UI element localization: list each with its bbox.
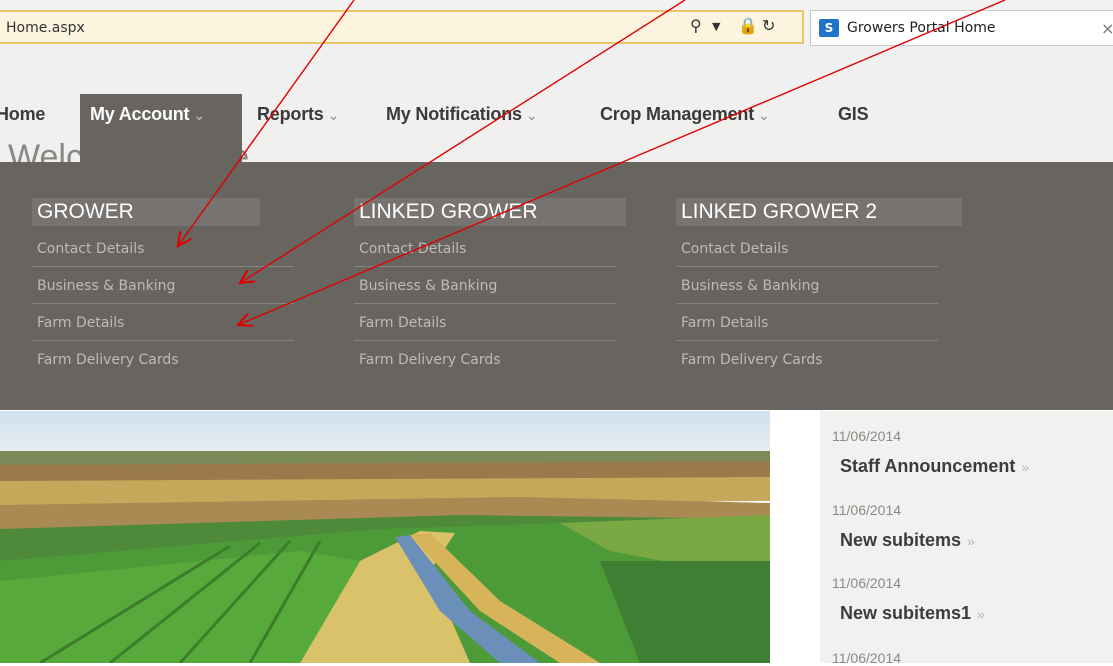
nav-item-my-notifications[interactable]: My Notifications ⌄ <box>386 104 538 125</box>
search-icon[interactable]: ⚲ <box>690 16 702 35</box>
menu-link-farm-delivery-cards[interactable]: Farm Delivery Cards <box>681 352 823 368</box>
chevron-down-icon: ⌄ <box>525 107 538 123</box>
menu-link-business-banking[interactable]: Business & Banking <box>681 278 819 294</box>
refresh-icon[interactable]: ↻ <box>762 16 775 35</box>
news-link-new-subitems[interactable]: New subitems» <box>840 530 975 551</box>
divider <box>676 340 938 341</box>
chevron-down-icon: ⌄ <box>327 107 340 123</box>
menu-link-contact-details[interactable]: Contact Details <box>359 241 466 257</box>
lock-icon[interactable]: 🔒 <box>738 16 758 35</box>
menu-link-farm-details[interactable]: Farm Details <box>681 315 768 331</box>
menu-link-business-banking[interactable]: Business & Banking <box>37 278 175 294</box>
address-bar[interactable]: Home.aspx <box>0 10 804 44</box>
divider <box>32 266 294 267</box>
nav-item-crop-management[interactable]: Crop Management ⌄ <box>600 104 770 125</box>
menu-link-business-banking[interactable]: Business & Banking <box>359 278 497 294</box>
divider <box>676 303 938 304</box>
address-url: Home.aspx <box>6 20 85 36</box>
chevron-down-icon[interactable]: ▼ <box>712 20 720 33</box>
chevron-down-icon: ⌄ <box>193 107 205 123</box>
nav-item-gis[interactable]: GIS <box>838 104 869 125</box>
news-date: 11/06/2014 <box>832 575 902 591</box>
divider <box>354 303 616 304</box>
menu-link-contact-details[interactable]: Contact Details <box>681 241 788 257</box>
menu-link-contact-details[interactable]: Contact Details <box>37 241 144 257</box>
menu-link-farm-details[interactable]: Farm Details <box>359 315 446 331</box>
menu-link-farm-delivery-cards[interactable]: Farm Delivery Cards <box>359 352 501 368</box>
divider <box>354 340 616 341</box>
news-date: 11/06/2014 <box>832 428 902 444</box>
chevron-right-icon: » <box>967 533 975 549</box>
news-date: 11/06/2014 <box>832 502 902 518</box>
chevron-right-icon: » <box>1021 459 1030 475</box>
news-link-staff-announcement[interactable]: Staff Announcement» <box>840 456 1029 477</box>
chevron-right-icon: » <box>977 606 985 622</box>
tab-title: Growers Portal Home <box>847 20 996 36</box>
hero-image <box>0 411 770 663</box>
news-date: 11/06/2014 <box>832 650 902 666</box>
my-account-dropdown: GROWER Contact Details Business & Bankin… <box>0 162 1113 410</box>
divider <box>32 303 294 304</box>
menu-link-farm-details[interactable]: Farm Details <box>37 315 124 331</box>
chevron-down-icon: ⌄ <box>758 107 770 123</box>
divider <box>676 266 938 267</box>
divider <box>354 266 616 267</box>
menu-link-farm-delivery-cards[interactable]: Farm Delivery Cards <box>37 352 179 368</box>
sharepoint-logo-icon: S <box>819 19 839 37</box>
browser-toolbar <box>0 46 1113 95</box>
nav-item-home[interactable]: Home <box>0 104 45 125</box>
nav-item-my-account[interactable]: My Account ⌄ <box>90 104 205 125</box>
divider <box>32 340 294 341</box>
close-icon[interactable]: × <box>1101 19 1113 38</box>
news-panel: 11/06/2014 Staff Announcement» 11/06/201… <box>820 411 1113 666</box>
browser-tab[interactable]: S Growers Portal Home × <box>810 10 1113 46</box>
news-link-new-subitems1[interactable]: New subitems1» <box>840 603 985 624</box>
nav-item-reports[interactable]: Reports ⌄ <box>257 104 339 125</box>
column-heading-grower: GROWER <box>32 198 260 226</box>
column-heading-linked-grower: LINKED GROWER <box>354 198 626 226</box>
farmland-illustration <box>0 411 770 663</box>
column-heading-linked-grower-2: LINKED GROWER 2 <box>676 198 962 226</box>
